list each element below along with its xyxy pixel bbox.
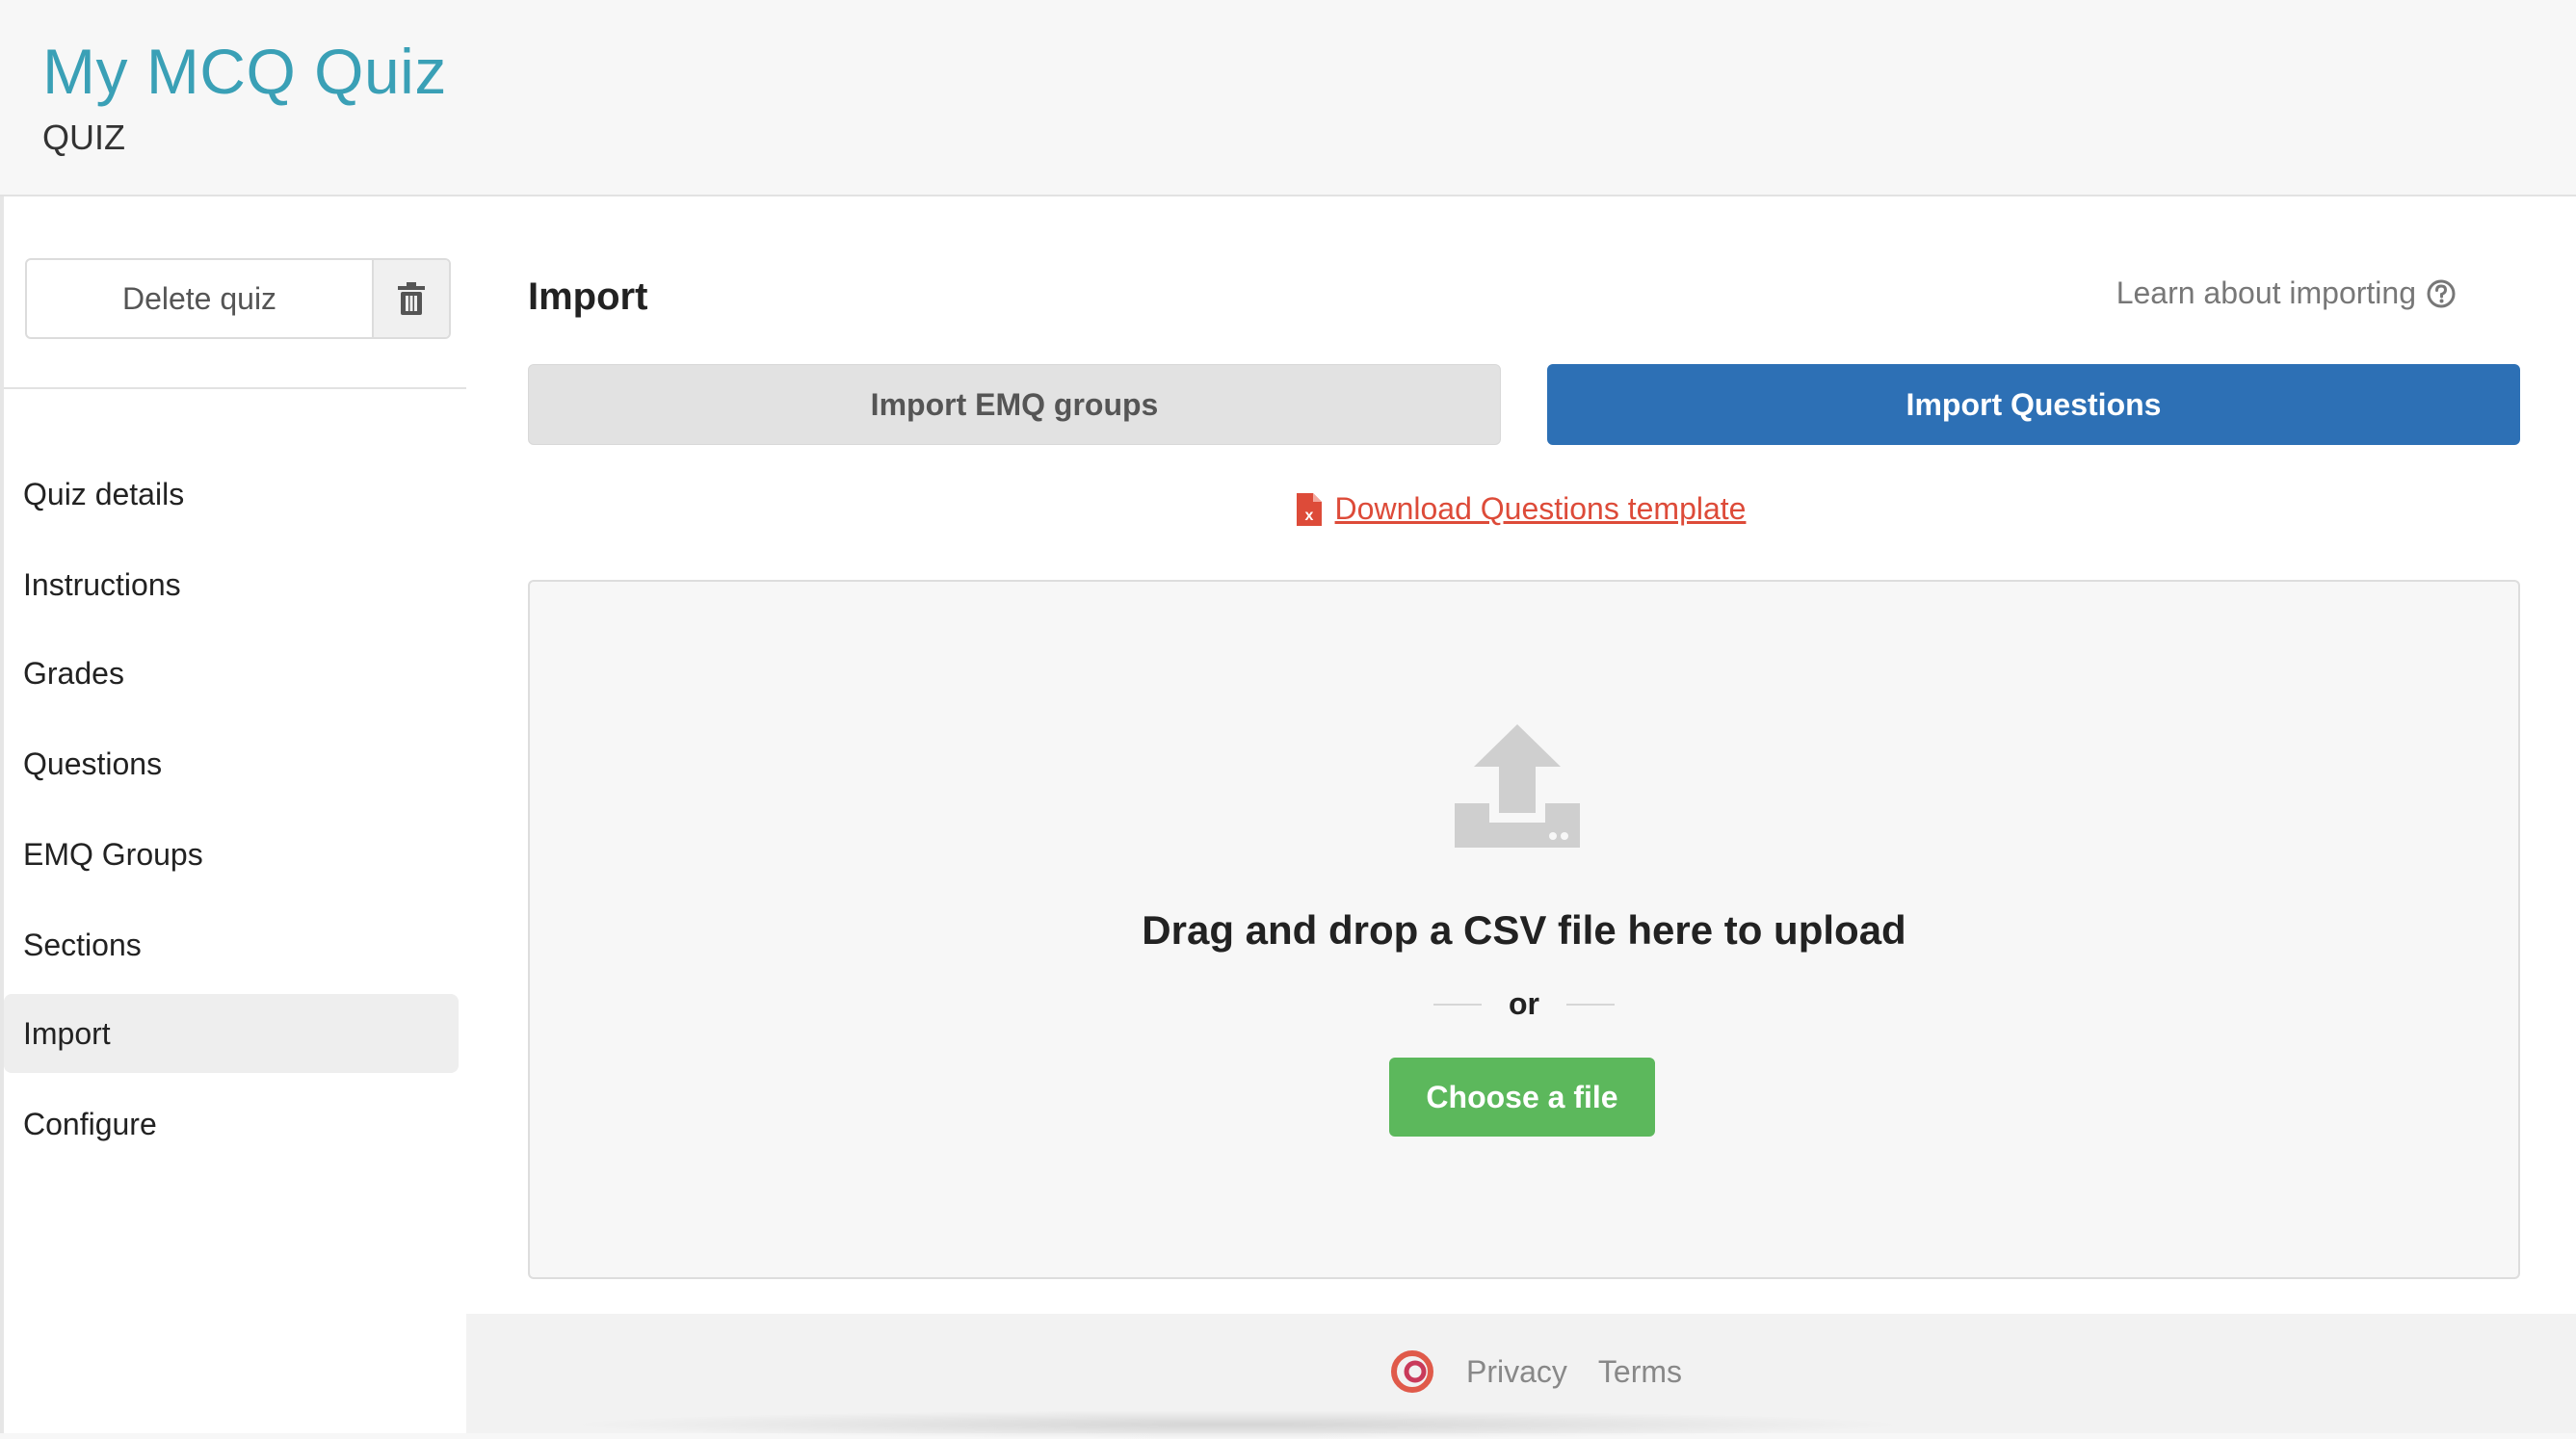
quiz-type-label: QUIZ	[42, 118, 125, 157]
privacy-link[interactable]: Privacy	[1466, 1354, 1567, 1390]
footer: Privacy Terms	[466, 1314, 2576, 1439]
or-separator: or	[530, 986, 2518, 1022]
delete-quiz-button[interactable]: Delete quiz	[25, 258, 451, 339]
or-line-right	[1566, 1003, 1615, 1006]
app-header: My MCQ Quiz QUIZ	[0, 0, 2576, 196]
sidebar-item-instructions[interactable]: Instructions	[4, 545, 459, 624]
learn-link-label: Learn about importing	[2116, 275, 2416, 310]
learn-about-importing-link[interactable]: Learn about importing	[2116, 275, 2457, 311]
quiz-title: My MCQ Quiz	[42, 36, 447, 107]
download-template-link[interactable]: x Download Questions template	[466, 491, 2576, 527]
or-line-left	[1433, 1003, 1482, 1006]
logo-icon[interactable]	[1389, 1348, 1435, 1395]
sidebar-item-emq-groups[interactable]: EMQ Groups	[4, 815, 459, 894]
sidebar-item-questions[interactable]: Questions	[4, 724, 459, 803]
trash-icon	[398, 282, 425, 315]
terms-link[interactable]: Terms	[1598, 1354, 1682, 1390]
tab-import-questions[interactable]: Import Questions	[1547, 364, 2520, 445]
footer-shadow	[563, 1410, 1911, 1439]
sidebar-item-grades[interactable]: Grades	[4, 634, 459, 713]
main-panel: Import Learn about importing Import EMQ …	[466, 196, 2576, 1314]
delete-quiz-label: Delete quiz	[121, 280, 277, 316]
page-title: Import	[528, 275, 648, 318]
dropzone-instruction: Drag and drop a CSV file here to upload	[1142, 907, 1906, 953]
footer-links: Privacy Terms	[466, 1348, 2576, 1395]
or-label: or	[1509, 986, 1539, 1021]
help-circle-icon	[2427, 279, 2456, 307]
choose-file-button[interactable]: Choose a file	[1389, 1058, 1655, 1137]
sidebar-item-import[interactable]: Import	[4, 994, 459, 1073]
sidebar-divider	[4, 387, 470, 389]
delete-icon-box[interactable]	[372, 260, 449, 337]
file-dropzone[interactable]: Drag and drop a CSV file here to upload …	[528, 580, 2520, 1279]
upload-icon	[1455, 724, 1580, 848]
sidebar-item-configure[interactable]: Configure	[4, 1085, 459, 1164]
download-template-label: Download Questions template	[1334, 491, 1747, 526]
sidebar-item-quiz-details[interactable]: Quiz details	[4, 455, 459, 534]
sidebar: Delete quiz Quiz details Instructions Gr…	[0, 196, 470, 1433]
sidebar-item-sections[interactable]: Sections	[4, 905, 459, 984]
excel-file-icon: x	[1296, 492, 1322, 526]
svg-text:x: x	[1304, 508, 1313, 524]
tab-import-emq-groups[interactable]: Import EMQ groups	[528, 364, 1501, 445]
